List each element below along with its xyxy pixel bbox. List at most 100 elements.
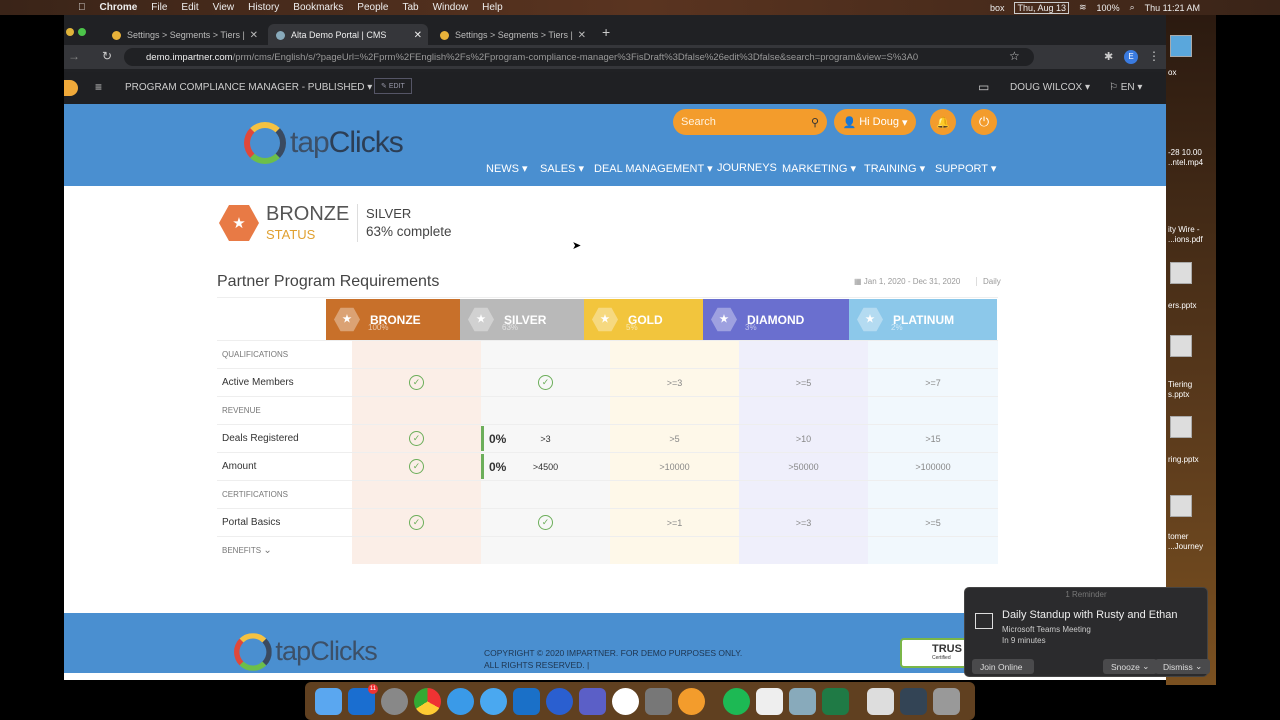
search-input[interactable]: Search ⚲	[673, 109, 827, 135]
new-tab-button[interactable]: +	[602, 24, 610, 40]
menu-bookmarks[interactable]: Bookmarks	[293, 2, 343, 13]
menu-people[interactable]: People	[357, 2, 388, 13]
file-thumbnail[interactable]	[1170, 416, 1192, 438]
close-tab-icon[interactable]: ✕	[414, 30, 422, 41]
tapclicks-logo[interactable]: tapClicks	[244, 122, 404, 164]
edit-button[interactable]: ✎ EDIT	[374, 78, 412, 94]
forward-button[interactable]: →	[68, 49, 80, 63]
nav-deal-management[interactable]: DEAL MANAGEMENT ▾	[594, 162, 713, 175]
url-input[interactable]: demo.impartner.com/prm/cms/English/s/?pa…	[124, 48, 1034, 66]
window-zoom-button[interactable]	[78, 28, 86, 36]
desktop-file-label[interactable]: s.pptx	[1168, 390, 1189, 400]
footer-logo[interactable]: tapClicks	[234, 633, 378, 671]
nav-support[interactable]: SUPPORT ▾	[935, 162, 996, 175]
preview-icon[interactable]	[789, 687, 816, 715]
menu-file[interactable]: File	[151, 2, 167, 13]
textedit-icon[interactable]	[756, 687, 783, 715]
nav-training[interactable]: TRAINING ▾	[864, 162, 925, 175]
bookmark-star-icon[interactable]: ☆	[1009, 49, 1020, 63]
file-thumbnail[interactable]	[1170, 35, 1192, 57]
notifications-bell-icon[interactable]: 🔔	[930, 109, 956, 135]
chrome-menu-icon[interactable]: ⋮	[1148, 49, 1160, 63]
desktop-file-label[interactable]: ..ntel.mp4	[1168, 158, 1203, 168]
date-range-picker[interactable]: ▦ Jan 1, 2020 - Dec 31, 2020	[854, 277, 960, 286]
recent-window-icon[interactable]	[867, 687, 894, 715]
close-tab-icon[interactable]: ✕	[578, 30, 586, 41]
file-thumbnail[interactable]	[1170, 495, 1192, 517]
outlook-icon[interactable]: 11	[348, 683, 378, 715]
desktop-file-label[interactable]: -28 10.00	[1168, 148, 1202, 158]
period-selector[interactable]: Daily	[976, 277, 1001, 286]
box-icon[interactable]: box	[990, 3, 1005, 13]
impartner-logo-icon[interactable]	[64, 80, 78, 96]
snooze-button[interactable]: Snooze ⌄	[1103, 659, 1158, 674]
menu-view[interactable]: View	[213, 2, 235, 13]
tier-header-bronze[interactable]: ★ BRONZE 100%	[326, 299, 460, 340]
nav-news[interactable]: NEWS ▾	[486, 162, 528, 175]
finder-icon[interactable]	[315, 687, 342, 715]
tier-header-diamond[interactable]: ★ DIAMOND 3%	[703, 299, 849, 340]
menu-app[interactable]: Chrome	[100, 2, 138, 13]
chrome-icon[interactable]	[414, 687, 441, 715]
nav-marketing[interactable]: MARKETING ▾	[782, 162, 856, 175]
desktop-file-label[interactable]: ring.pptx	[1168, 455, 1199, 465]
search-icon[interactable]: ⚲	[811, 116, 819, 129]
launchpad-icon[interactable]	[381, 687, 408, 715]
desktop-file-label[interactable]: Tiering	[1168, 380, 1192, 390]
trash-icon[interactable]	[933, 687, 960, 715]
teams-icon[interactable]	[579, 687, 606, 715]
language-menu[interactable]: ⚐ EN ▾	[1109, 82, 1142, 93]
desktop-file-label[interactable]: ers.pptx	[1168, 301, 1196, 311]
desktop-file-label[interactable]: tomer	[1168, 532, 1188, 542]
tier-header-silver[interactable]: ★ SILVER 63%	[460, 299, 584, 340]
tab-settings-1[interactable]: Settings > Segments > Tiers | ✕	[104, 24, 264, 46]
chevron-down-icon[interactable]: ⌄	[263, 545, 271, 556]
system-preferences-icon[interactable]	[645, 687, 672, 715]
page-selector[interactable]: PROGRAM COMPLIANCE MANAGER - PUBLISHED ▾	[125, 82, 372, 93]
clock[interactable]: Thu 11:21 AM	[1145, 3, 1200, 13]
desktop-preview-icon[interactable]: ▭	[978, 80, 989, 94]
hamburger-menu-icon[interactable]: ≡	[95, 80, 102, 94]
close-tab-icon[interactable]: ✕	[250, 30, 258, 41]
section-row-benefits[interactable]: BENEFITS ⌄	[217, 536, 998, 564]
date-box[interactable]: Thu, Aug 13	[1014, 1, 1069, 14]
desktop-file-label[interactable]: ...Journey	[1168, 542, 1203, 552]
desktop-file-label[interactable]: ity Wire -	[1168, 225, 1200, 235]
file-thumbnail[interactable]	[1170, 262, 1192, 284]
spotlight-icon[interactable]: ⌕	[1130, 2, 1135, 13]
trello-icon[interactable]	[513, 687, 540, 715]
user-greeting-menu[interactable]: 👤 Hi Doug ▾	[834, 109, 916, 135]
excel-icon[interactable]	[822, 687, 849, 715]
spotify-icon[interactable]	[723, 687, 750, 715]
messages-icon[interactable]	[480, 687, 507, 715]
profile-avatar[interactable]: E	[1124, 50, 1138, 64]
file-thumbnail[interactable]	[1170, 335, 1192, 357]
nav-sales[interactable]: SALES ▾	[540, 162, 584, 175]
trust-badge[interactable]: TRUS Certified	[900, 638, 970, 668]
dismiss-button[interactable]: Dismiss ⌄	[1155, 659, 1211, 674]
jira-icon[interactable]	[546, 687, 573, 715]
menu-edit[interactable]: Edit	[181, 2, 198, 13]
window-minimize-button[interactable]	[66, 28, 74, 36]
logout-power-icon[interactable]: ⏻	[971, 109, 997, 135]
slack-icon[interactable]	[612, 687, 639, 715]
apple-menu-icon[interactable]: 	[78, 2, 86, 13]
battery-status[interactable]: 100%	[1097, 3, 1120, 13]
desktop-file-label[interactable]: ...ions.pdf	[1168, 235, 1203, 245]
menu-history[interactable]: History	[248, 2, 279, 13]
tier-header-platinum[interactable]: ★ PLATINUM 2%	[849, 299, 997, 340]
user-menu[interactable]: DOUG WILCOX ▾	[1010, 82, 1090, 93]
wifi-icon[interactable]: ≋	[1079, 2, 1087, 13]
safari-icon[interactable]	[447, 687, 474, 715]
menu-help[interactable]: Help	[482, 2, 503, 13]
extensions-icon[interactable]: ✱	[1104, 50, 1113, 63]
tab-alta-demo-portal[interactable]: Alta Demo Portal | CMS ✕	[268, 24, 428, 46]
menu-window[interactable]: Window	[433, 2, 469, 13]
join-online-button[interactable]: Join Online	[972, 659, 1034, 674]
desktop-file-label[interactable]: ox	[1168, 68, 1176, 78]
nav-journeys[interactable]: JOURNEYS	[717, 162, 777, 174]
menu-tab[interactable]: Tab	[402, 2, 418, 13]
tier-header-gold[interactable]: ★ GOLD 5%	[584, 299, 703, 340]
reload-button[interactable]: ↻	[102, 49, 112, 63]
recent-window-icon[interactable]	[900, 687, 927, 715]
